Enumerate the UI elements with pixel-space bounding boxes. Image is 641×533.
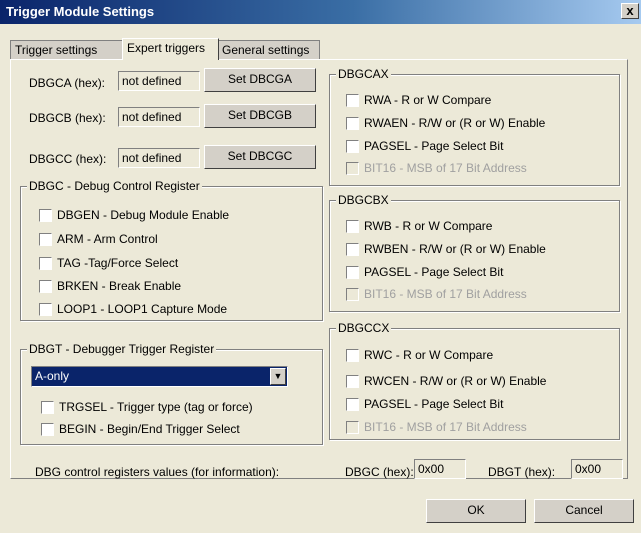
- checkbox-box: [346, 220, 359, 233]
- checkbox-box: [39, 280, 52, 293]
- dbgccx-group-title: DBGCCX: [336, 321, 392, 335]
- tab-expert-triggers[interactable]: Expert triggers: [122, 38, 219, 60]
- tab-general-settings[interactable]: General settings: [217, 40, 320, 59]
- dbgt-group: DBGT - Debugger Trigger Register A-only …: [20, 342, 323, 445]
- cancel-button[interactable]: Cancel: [534, 499, 634, 523]
- loop1-label: LOOP1 - LOOP1 Capture Mode: [57, 302, 228, 316]
- rwben-label: RWBEN - R/W or (R or W) Enable: [364, 242, 546, 256]
- checkbox-box: [346, 266, 359, 279]
- pagsel-b-label: PAGSEL - Page Select Bit: [364, 265, 504, 279]
- checkbox-box: [346, 349, 359, 362]
- checkbox-box: [346, 140, 359, 153]
- close-button[interactable]: x: [621, 3, 639, 19]
- dbgc-group-title: DBGC - Debug Control Register: [27, 179, 202, 193]
- tag-label: TAG -Tag/Force Select: [57, 256, 179, 270]
- checkbox-box: [39, 209, 52, 222]
- dbgcbx-group: DBGCBX RWB - R or W Compare RWBEN - R/W …: [329, 193, 620, 312]
- checkbox-box: [346, 117, 359, 130]
- expert-triggers-panel: DBGCA (hex): not defined Set DBCGA DBGCB…: [10, 59, 628, 479]
- checkbox-box: [346, 94, 359, 107]
- dbgcc-label: DBGCC (hex):: [29, 152, 107, 166]
- dbgcax-group: DBGCAX RWA - R or W Compare RWAEN - R/W …: [329, 67, 620, 186]
- checkbox-box: [346, 398, 359, 411]
- trigger-mode-select[interactable]: A-only ▼: [31, 366, 288, 387]
- checkbox-box: [346, 421, 359, 434]
- checkbox-box: [346, 162, 359, 175]
- dbgca-field: not defined: [118, 71, 200, 91]
- dbgt-hex-field: 0x00: [571, 459, 623, 479]
- rwb-label: RWB - R or W Compare: [364, 219, 493, 233]
- dbgcc-field: not defined: [118, 148, 200, 168]
- dbgccx-group: DBGCCX RWC - R or W Compare RWCEN - R/W …: [329, 321, 620, 440]
- dbgc-hex-label: DBGC (hex):: [345, 465, 414, 479]
- dbgca-label: DBGCA (hex):: [29, 76, 106, 90]
- checkbox-box: [41, 423, 54, 436]
- checkbox-box: [346, 243, 359, 256]
- bit16-c-label: BIT16 - MSB of 17 Bit Address: [364, 420, 527, 434]
- dbgcbx-group-title: DBGCBX: [336, 193, 391, 207]
- brken-label: BRKEN - Break Enable: [57, 279, 182, 293]
- window-title: Trigger Module Settings: [6, 4, 155, 19]
- dbgt-group-title: DBGT - Debugger Trigger Register: [27, 342, 217, 356]
- pagsel-a-label: PAGSEL - Page Select Bit: [364, 139, 504, 153]
- rwaen-label: RWAEN - R/W or (R or W) Enable: [364, 116, 546, 130]
- dbgc-group: DBGC - Debug Control Register DBGEN - De…: [20, 179, 323, 321]
- trigger-mode-value: A-only: [35, 369, 70, 383]
- checkbox-box: [39, 303, 52, 316]
- bit16-b-label: BIT16 - MSB of 17 Bit Address: [364, 287, 527, 301]
- ok-button[interactable]: OK: [426, 499, 526, 523]
- set-dbcga-button[interactable]: Set DBCGA: [204, 68, 316, 92]
- checkbox-box: [346, 375, 359, 388]
- pagsel-c-label: PAGSEL - Page Select Bit: [364, 397, 504, 411]
- dbgen-label: DBGEN - Debug Module Enable: [57, 208, 230, 222]
- checkbox-box: [41, 401, 54, 414]
- checkbox-box: [346, 288, 359, 301]
- bit16-a-label: BIT16 - MSB of 17 Bit Address: [364, 161, 527, 175]
- set-dbcgc-button[interactable]: Set DBCGC: [204, 145, 316, 169]
- dbgt-hex-label: DBGT (hex):: [488, 465, 556, 479]
- info-label: DBG control registers values (for inform…: [35, 465, 280, 479]
- chevron-down-icon[interactable]: ▼: [270, 368, 286, 385]
- checkbox-box: [39, 233, 52, 246]
- rwc-label: RWC - R or W Compare: [364, 348, 494, 362]
- begin-label: BEGIN - Begin/End Trigger Select: [59, 422, 240, 436]
- checkbox-box: [39, 257, 52, 270]
- dbgcax-group-title: DBGCAX: [336, 67, 391, 81]
- dbgc-hex-field: 0x00: [414, 459, 466, 479]
- trgsel-label: TRGSEL - Trigger type (tag or force): [59, 400, 253, 414]
- rwcen-label: RWCEN - R/W or (R or W) Enable: [364, 374, 547, 388]
- set-dbcgb-button[interactable]: Set DBCGB: [204, 104, 316, 128]
- dbgcb-label: DBGCB (hex):: [29, 111, 106, 125]
- title-bar: Trigger Module Settings x: [0, 0, 641, 24]
- rwa-label: RWA - R or W Compare: [364, 93, 492, 107]
- arm-label: ARM - Arm Control: [57, 232, 158, 246]
- dbgcb-field: not defined: [118, 107, 200, 127]
- tab-trigger-settings[interactable]: Trigger settings: [10, 40, 124, 59]
